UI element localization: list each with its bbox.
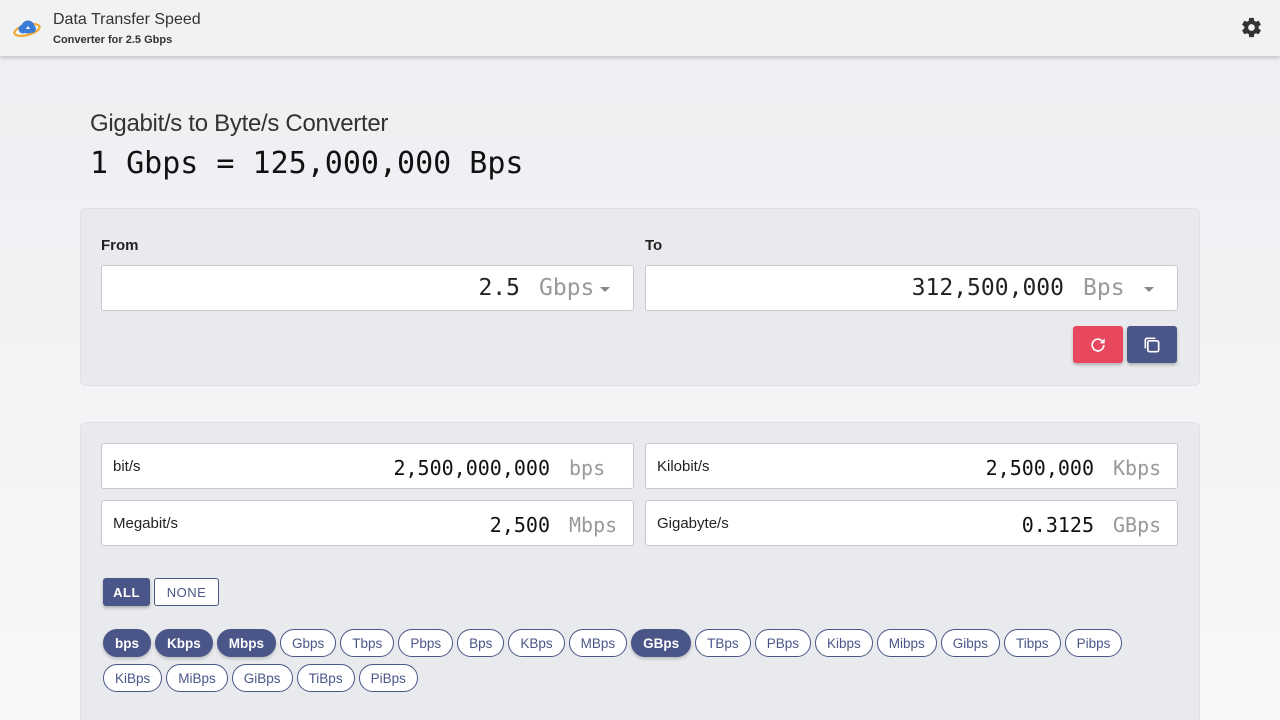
to-label: To (645, 237, 663, 254)
unit-chip[interactable]: Gbps (280, 629, 337, 657)
result-value[interactable]: 0.3125 (1022, 513, 1094, 537)
to-field[interactable]: 312,500,000 Bps (645, 265, 1178, 311)
unit-chip[interactable]: KBps (508, 629, 565, 657)
chevron-down-icon[interactable] (600, 287, 610, 292)
from-field[interactable]: 2.5 Gbps (101, 265, 634, 311)
select-all-button[interactable]: ALL (103, 578, 150, 606)
unit-chip[interactable]: KiBps (103, 664, 163, 692)
result-value[interactable]: 2,500,000,000 (393, 456, 550, 480)
result-label: Kilobit/s (657, 458, 710, 475)
result-row[interactable]: Gigabyte/s 0.3125 GBps (645, 500, 1178, 546)
unit-chip[interactable]: Bps (457, 629, 505, 657)
unit-chip[interactable]: Tibps (1004, 629, 1061, 657)
unit-chip[interactable]: Gibps (940, 629, 1001, 657)
unit-chip[interactable]: MiBps (166, 664, 228, 692)
unit-chip[interactable]: bps (103, 629, 152, 657)
unit-chip[interactable]: Pbps (398, 629, 454, 657)
reset-button[interactable] (1073, 326, 1123, 363)
from-value-input[interactable]: 2.5 (478, 275, 520, 301)
unit-chip[interactable]: TiBps (296, 664, 355, 692)
result-value[interactable]: 2,500 (490, 513, 550, 537)
result-unit: Mbps (569, 513, 618, 537)
to-unit-select[interactable]: Bps (1083, 275, 1125, 301)
unit-chip-row: KiBps MiBps GiBps TiBps PiBps (103, 664, 1183, 692)
result-row[interactable]: Megabit/s 2,500 Mbps (101, 500, 634, 546)
unit-chip[interactable]: PiBps (358, 664, 418, 692)
unit-chip-row: bps Kbps Mbps Gbps Tbps Pbps Bps KBps MBps GBps TB… (103, 629, 1183, 657)
unit-chip-list: bps Kbps Mbps Gbps Tbps Pbps Bps KBps MBps GBps TB… (103, 629, 1183, 699)
from-label: From (101, 237, 139, 254)
copy-icon (1144, 337, 1160, 352)
unit-chip[interactable]: GiBps (231, 664, 293, 692)
unit-chip[interactable]: Tbps (340, 629, 395, 657)
app-title: Data Transfer Speed (53, 11, 201, 28)
result-label: bit/s (113, 458, 141, 475)
result-unit: bps (569, 456, 606, 480)
unit-chip[interactable]: PBps (754, 629, 811, 657)
unit-chip[interactable]: Mibps (876, 629, 937, 657)
conversion-equation: 1 Gbps = 125,000,000 Bps (90, 146, 524, 181)
unit-chip[interactable]: Kibps (814, 629, 873, 657)
from-unit-select[interactable]: Gbps (539, 275, 594, 301)
result-row[interactable]: bit/s 2,500,000,000 bps (101, 443, 634, 489)
unit-chip[interactable]: MBps (568, 629, 628, 657)
result-label: Megabit/s (113, 515, 179, 532)
page-heading: Gigabit/s to Byte/s Converter (90, 110, 389, 137)
result-unit: Kbps (1113, 456, 1162, 480)
unit-chip[interactable]: Mbps (216, 629, 277, 657)
result-unit: GBps (1113, 513, 1162, 537)
copy-button[interactable] (1127, 326, 1177, 363)
app-subtitle: Converter for 2.5 Gbps (53, 34, 173, 46)
unit-chip[interactable]: TBps (695, 629, 751, 657)
to-value-input[interactable]: 312,500,000 (912, 275, 1064, 301)
result-row[interactable]: Kilobit/s 2,500,000 Kbps (645, 443, 1178, 489)
cloud-transfer-logo (13, 20, 41, 37)
unit-chip[interactable]: Kbps (155, 629, 213, 657)
refresh-icon (1091, 337, 1105, 352)
chevron-down-icon[interactable] (1144, 287, 1154, 292)
select-none-button[interactable]: NONE (154, 578, 219, 606)
gear-icon[interactable] (1240, 16, 1263, 39)
result-value[interactable]: 2,500,000 (986, 456, 1094, 480)
app-bar: Data Transfer Speed Converter for 2.5 Gb… (0, 0, 1280, 56)
unit-chip[interactable]: Pibps (1064, 629, 1123, 657)
result-label: Gigabyte/s (657, 515, 729, 532)
unit-chip[interactable]: GBps (631, 629, 692, 657)
